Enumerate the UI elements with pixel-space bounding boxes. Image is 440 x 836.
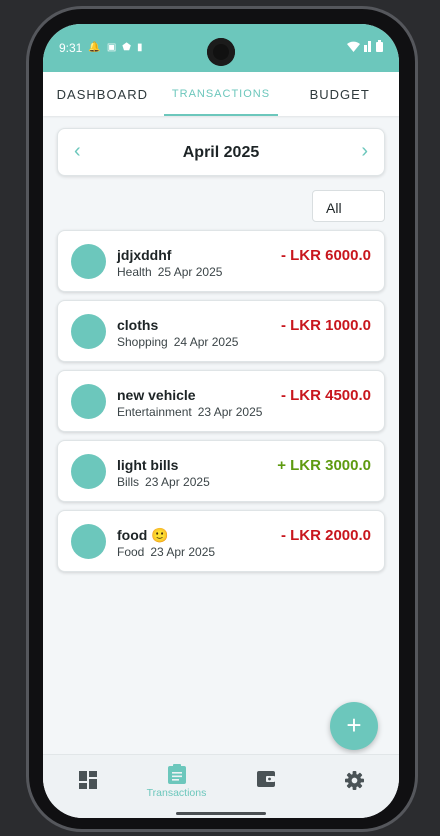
front-camera [207, 38, 235, 66]
transaction-name: cloths [117, 317, 159, 333]
transaction-name: jdjxddhf [117, 247, 172, 263]
bottom-navigation: Transactions [43, 754, 399, 818]
transaction-name: food 🙂 [117, 527, 169, 543]
status-time: 9:31 [59, 41, 83, 55]
add-transaction-button[interactable]: + [330, 702, 378, 750]
transaction-amount: - LKR 6000.0 [280, 247, 371, 264]
transaction-date: 23 Apr 2025 [197, 405, 263, 419]
gear-icon [345, 771, 364, 790]
wifi-icon [347, 41, 360, 52]
signal-icon [364, 40, 371, 52]
top-tab-bar: DASHBOARD TRANSACTIONS BUDGET [43, 72, 399, 116]
nav-settings[interactable] [310, 755, 399, 818]
category-avatar [71, 454, 106, 489]
category-avatar [71, 524, 106, 559]
sim-card-icon: ▮ [136, 42, 143, 53]
transaction-category: Food [117, 545, 145, 559]
transaction-item[interactable]: jdjxddhf Health 25 Apr 2025 - LKR 6000.0 [57, 230, 385, 292]
dashboard-icon [78, 771, 97, 789]
plus-icon: + [346, 710, 362, 740]
transaction-category: Bills [117, 475, 140, 489]
transaction-item[interactable]: cloths Shopping 24 Apr 2025 - LKR 1000.0 [57, 300, 385, 362]
shield-notification-icon: ⬟ [122, 42, 131, 53]
home-indicator [176, 812, 266, 815]
month-selector: ‹ April 2025 › [57, 128, 385, 176]
transaction-date: 23 Apr 2025 [150, 545, 216, 559]
app-notification-icon: ▣ [106, 42, 117, 53]
transaction-amount: + LKR 3000.0 [277, 457, 371, 474]
transaction-name: new vehicle [117, 387, 196, 403]
nav-transactions[interactable]: Transactions [132, 755, 221, 818]
category-avatar [71, 314, 106, 349]
transaction-date: 25 Apr 2025 [157, 265, 223, 279]
chevron-right-icon[interactable]: › [361, 141, 368, 161]
category-avatar [71, 244, 106, 279]
status-bar: 9:31 🔔 ▣ ⬟ ▮ [43, 24, 399, 72]
nav-dashboard[interactable] [43, 755, 132, 818]
notification-bell-icon: 🔔 [88, 42, 101, 53]
category-filter-dropdown[interactable]: All [312, 190, 385, 222]
transaction-amount: - LKR 1000.0 [280, 317, 371, 334]
nav-transactions-label: Transactions [146, 787, 207, 799]
transaction-item[interactable]: food 🙂 Food 23 Apr 2025 - LKR 2000.0 [57, 510, 385, 572]
tab-transactions[interactable]: TRANSACTIONS [162, 72, 281, 116]
battery-icon [376, 40, 383, 52]
month-title: April 2025 [182, 144, 260, 161]
transaction-item[interactable]: new vehicle Entertainment 23 Apr 2025 - L… [57, 370, 385, 432]
transaction-name: light bills [117, 457, 179, 473]
transaction-category: Shopping [117, 335, 168, 349]
transaction-amount: - LKR 2000.0 [280, 527, 371, 544]
nav-wallet[interactable] [221, 755, 310, 818]
transaction-amount: - LKR 4500.0 [280, 387, 371, 404]
transaction-date: 23 Apr 2025 [145, 475, 210, 489]
transaction-item[interactable]: light bills Bills 23 Apr 2025 + LKR 3000.… [57, 440, 385, 502]
tab-budget[interactable]: BUDGET [280, 72, 399, 116]
transaction-category: Health [117, 265, 152, 279]
tab-dashboard[interactable]: DASHBOARD [43, 72, 162, 116]
category-avatar [71, 384, 106, 419]
wallet-icon [256, 771, 275, 787]
app-screen: 9:31 🔔 ▣ ⬟ ▮ DASHBOARD TRANSACTIONS BUDG… [43, 24, 399, 818]
transaction-date: 24 Apr 2025 [173, 335, 239, 349]
transaction-category: Entertainment [117, 405, 192, 419]
clipboard-icon [167, 764, 186, 784]
transaction-list: jdjxddhf Health 25 Apr 2025 - LKR 6000.0 … [57, 230, 385, 580]
